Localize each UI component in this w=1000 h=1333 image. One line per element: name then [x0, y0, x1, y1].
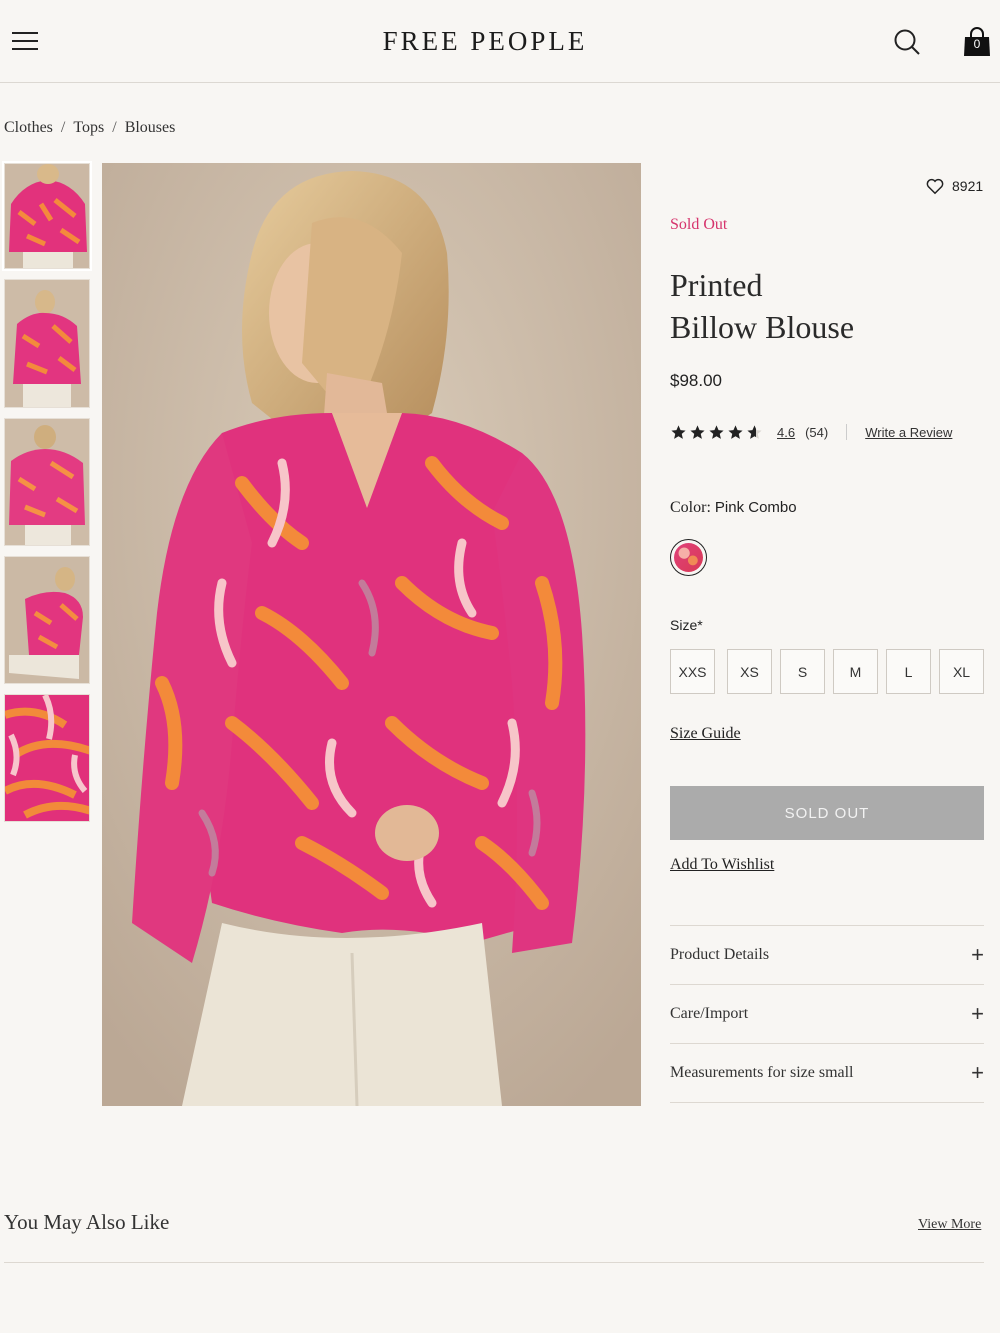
rating-divider	[846, 424, 848, 440]
color-value: Pink Combo	[714, 499, 797, 516]
star-icon	[728, 424, 743, 439]
product-price: $98.00	[670, 371, 722, 390]
product-title: Printed Billow Blouse	[670, 264, 970, 348]
rating-value-link[interactable]: 4.6	[777, 425, 795, 440]
rating-row: 4.6 (54) Write a Review	[670, 422, 952, 442]
view-more-link[interactable]: View More	[918, 1217, 981, 1233]
write-review-link[interactable]: Write a Review	[865, 425, 952, 440]
heart-icon	[926, 178, 944, 194]
site-header: FREE PEOPLE 0	[0, 0, 1000, 83]
thumbnail-1[interactable]	[2, 161, 92, 271]
breadcrumb-tops[interactable]: Tops	[73, 119, 104, 136]
breadcrumb-clothes[interactable]: Clothes	[4, 119, 53, 136]
size-option-xl[interactable]: XL	[939, 649, 984, 694]
breadcrumb-separator: /	[60, 119, 66, 136]
accordion-label: Measurements for size small	[670, 1064, 854, 1081]
thumbnail-3[interactable]	[4, 418, 90, 546]
plus-icon: +	[971, 1060, 984, 1085]
stock-status: Sold Out	[670, 216, 728, 233]
star-icon	[690, 424, 705, 439]
cart-count-badge: 0	[973, 37, 981, 51]
wishlist-count: 8921	[952, 178, 984, 194]
accordion-label: Care/Import	[670, 1005, 749, 1022]
shopping-bag-icon[interactable]: 0	[962, 26, 992, 58]
plus-icon: +	[971, 942, 984, 967]
size-label: Size*	[670, 617, 703, 633]
accordion-label: Product Details	[670, 946, 770, 963]
size-option-xs[interactable]: XS	[727, 649, 772, 694]
size-option-s[interactable]: S	[780, 649, 825, 694]
color-label: Color: Pink Combo	[670, 499, 797, 517]
accordion-measurements[interactable]: Measurements for size small +	[670, 1044, 984, 1103]
accordion-product-details[interactable]: Product Details +	[670, 926, 984, 985]
thumbnail-4[interactable]	[4, 556, 90, 684]
brand-logo[interactable]: FREE PEOPLE	[0, 26, 970, 57]
size-selector: XXS XS S M L XL	[670, 649, 984, 694]
plus-icon: +	[971, 1001, 984, 1026]
sold-out-button[interactable]: SOLD OUT	[670, 786, 984, 840]
accordion-care-import[interactable]: Care/Import +	[670, 985, 984, 1044]
search-icon[interactable]	[893, 28, 921, 56]
rating-count: (54)	[805, 424, 829, 440]
color-swatch-pink-combo[interactable]	[670, 539, 707, 576]
size-option-l[interactable]: L	[886, 649, 931, 694]
recommendations-title: You May Also Like	[4, 1210, 170, 1234]
wishlist-counter[interactable]: 8921	[926, 176, 983, 196]
product-title-line2: Billow Blouse	[670, 309, 855, 345]
recommendations-divider	[4, 1262, 984, 1263]
star-icon	[709, 424, 724, 439]
size-guide-link[interactable]: Size Guide	[670, 725, 741, 743]
breadcrumb: Clothes / Tops / Blouses	[4, 119, 175, 137]
size-option-m[interactable]: M	[833, 649, 878, 694]
swatch-fill	[674, 543, 703, 572]
star-rating	[670, 424, 763, 441]
star-icon	[671, 424, 686, 439]
breadcrumb-blouses[interactable]: Blouses	[125, 119, 176, 136]
thumbnail-5-fabric-detail[interactable]	[4, 694, 90, 822]
color-label-prefix: Color:	[670, 499, 711, 516]
thumbnail-2[interactable]	[4, 279, 90, 408]
add-to-wishlist-link[interactable]: Add To Wishlist	[670, 856, 774, 874]
breadcrumb-separator: /	[112, 119, 117, 136]
product-title-line1: Printed	[670, 267, 763, 303]
main-product-image[interactable]	[102, 163, 641, 1106]
product-info-accordion: Product Details + Care/Import + Measurem…	[670, 925, 984, 1103]
star-icon	[747, 424, 762, 439]
size-option-xxs[interactable]: XXS	[670, 649, 715, 694]
